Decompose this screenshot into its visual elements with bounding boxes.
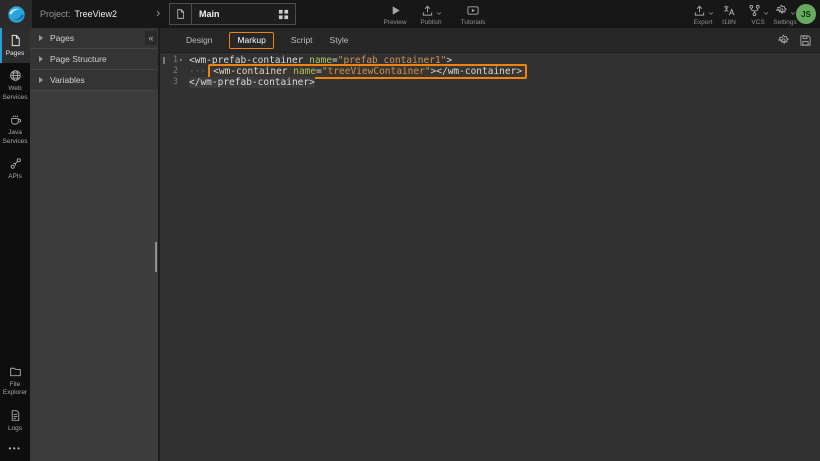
more-ellipsis-icon[interactable]: ••• <box>0 438 30 456</box>
line-gutter[interactable]: 1▾ <box>160 55 187 66</box>
pages-panel: Pages « Page Structure Variables <box>30 28 158 461</box>
breadcrumb-chevron-icon: › <box>156 4 160 22</box>
vcs-branch-icon <box>748 4 761 17</box>
sidebar-item-logs[interactable]: Logs <box>0 403 30 438</box>
sidebar-item-apis[interactable]: APIs <box>0 151 30 186</box>
project-label: Project: <box>40 9 71 19</box>
publish-button[interactable]: Publish <box>410 3 452 26</box>
sidebar-bottom-group: File Explorer Logs ••• <box>0 359 30 456</box>
line-gutter[interactable]: 2 <box>160 66 187 77</box>
line-gutter[interactable]: 3 <box>160 77 187 88</box>
sidebar-item-file-explorer[interactable]: File Explorer <box>0 359 30 403</box>
sidebar-item-pages[interactable]: Pages <box>0 28 30 63</box>
panel-scrollbar-thumb[interactable] <box>155 242 157 272</box>
line-number: 1 <box>173 55 178 66</box>
caret-down-icon <box>790 11 796 16</box>
editor-tab-bar: Design Markup Script Style <box>160 28 820 53</box>
logs-icon <box>9 409 22 422</box>
tutorials-video-icon <box>466 3 480 17</box>
section-caret-icon <box>39 35 43 41</box>
token-tag: </wm-prefab-container> <box>189 77 315 88</box>
project-breadcrumb: Project: TreeView2 <box>40 0 117 28</box>
sidebar-item-java-services[interactable]: Java Services <box>0 107 30 151</box>
left-icon-sidebar: Pages Web Services Java Services APIs <box>0 28 30 461</box>
settings-gear-icon <box>775 4 788 17</box>
i18n-button[interactable]: I18N <box>714 3 744 26</box>
line-number: 3 <box>173 77 178 88</box>
panel-section-page-structure[interactable]: Page Structure <box>30 49 158 70</box>
wavemaker-logo[interactable] <box>0 0 32 28</box>
editor-settings-gear-icon[interactable] <box>777 34 790 47</box>
editor-area: Design Markup Script Style 1▾<wm-prefab-… <box>158 28 820 461</box>
code-line-2[interactable]: 2···<wm-container name="treeViewContaine… <box>160 66 820 77</box>
panel-section-variables[interactable]: Variables <box>30 70 158 91</box>
token-tag: ></wm-container> <box>431 66 523 77</box>
java-services-coffee-icon <box>9 113 22 126</box>
tab-markup[interactable]: Markup <box>229 32 273 49</box>
wavemaker-logo-icon <box>7 5 26 24</box>
caret-down-icon <box>436 11 442 16</box>
token-tag: <wm-container <box>213 66 293 77</box>
token-ws: ··· <box>189 66 206 77</box>
code-line-content[interactable]: ···<wm-container name="treeViewContainer… <box>189 66 527 77</box>
line-number: 2 <box>173 66 178 77</box>
export-upload-icon <box>693 4 706 17</box>
i18n-translate-icon <box>722 3 736 17</box>
markup-code-editor[interactable]: 1▾<wm-prefab-container name="prefab_cont… <box>160 53 820 88</box>
tab-design[interactable]: Design <box>186 32 212 48</box>
sidebar-item-web-services[interactable]: Web Services <box>0 63 30 107</box>
panel-section-pages[interactable]: Pages « <box>30 28 158 49</box>
token-str: "treeViewContainer" <box>322 66 431 77</box>
section-caret-icon <box>39 77 43 83</box>
page-tab-main[interactable]: Main <box>169 3 296 25</box>
publish-upload-icon <box>421 4 434 17</box>
code-line-content[interactable]: </wm-prefab-container> <box>189 77 315 88</box>
fold-icon[interactable]: ▾ <box>179 55 186 66</box>
web-services-globe-icon <box>9 69 22 82</box>
file-explorer-folder-icon <box>9 365 22 378</box>
top-bar: Project: TreeView2 › Main Preview <box>0 0 820 28</box>
gutter-marker-icon <box>163 57 165 64</box>
tab-script[interactable]: Script <box>291 32 313 48</box>
collapse-panel-icon[interactable]: « <box>145 31 157 45</box>
preview-play-icon <box>389 3 402 17</box>
page-file-icon <box>170 4 192 24</box>
section-caret-icon <box>39 56 43 62</box>
caret-down-icon <box>708 11 714 16</box>
preview-button[interactable]: Preview <box>377 3 413 26</box>
tab-style[interactable]: Style <box>330 32 349 48</box>
grid-icon[interactable] <box>278 9 289 20</box>
apis-icon <box>9 157 22 170</box>
user-avatar[interactable]: JS <box>796 4 816 24</box>
tutorials-button[interactable]: Tutorials <box>452 3 494 26</box>
save-icon[interactable] <box>799 34 812 47</box>
page-tab-label: Main <box>199 9 220 19</box>
token-attr: name <box>293 66 316 77</box>
pages-icon <box>9 34 22 47</box>
project-name: TreeView2 <box>75 9 118 19</box>
